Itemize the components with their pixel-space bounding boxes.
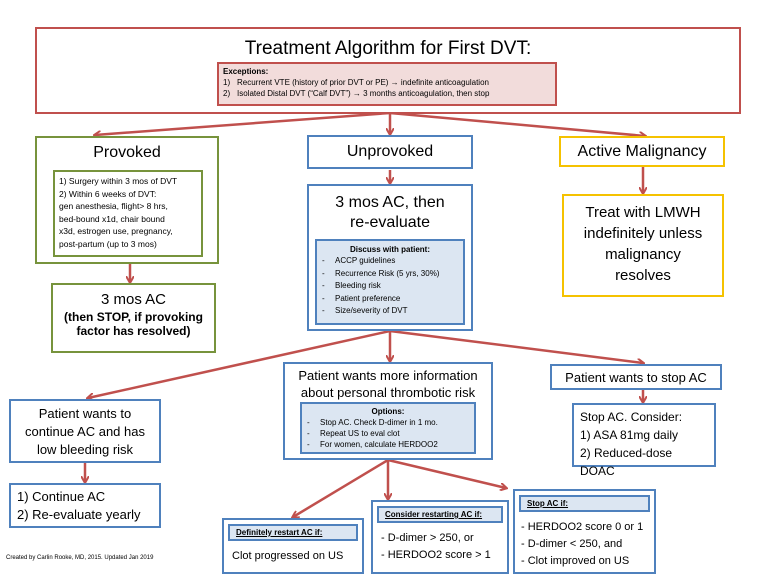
consider-heading: Consider restarting AC if: [385, 510, 483, 519]
stop-if-box: Stop AC if: - HERDOO2 score 0 or 1 - D-d… [513, 489, 656, 574]
provoked-label: Provoked [93, 144, 161, 161]
consider-heading-box: Consider restarting AC if: [377, 506, 503, 523]
continue-actions-box: 1) Continue AC 2) Re-evaluate yearly [9, 483, 161, 528]
provoked-result-box: 3 mos AC (then STOP, if provoking factor… [51, 283, 216, 353]
provoked-criteria: 1) Surgery within 3 mos of DVT 2) Within… [53, 170, 203, 257]
malignancy-box: Active Malignancy [559, 136, 725, 167]
stop-if-heading: Stop AC if: [527, 499, 569, 508]
stop-advice-box: Stop AC. Consider: 1) ASA 81mg daily 2) … [572, 403, 716, 478]
more-info-box: Patient wants more information about per… [283, 362, 493, 460]
arrow-to-stop-if [387, 458, 506, 488]
exception-item: 1) Recurrent VTE (history of prior DVT or… [223, 78, 489, 87]
provoked-result-title: 3 mos AC [100, 291, 167, 308]
exceptions-box: Exceptions: 1) Recurrent VTE (history of … [217, 62, 557, 106]
page-title: Treatment Algorithm for First DVT: [244, 38, 532, 59]
stop-label: Patient wants to stop AC [565, 370, 707, 385]
restart-box: Definitely restart AC if: Clot progresse… [222, 518, 364, 574]
discuss-list: ACCP guidelines Recurrence Risk (5 yrs, … [319, 255, 461, 318]
consider-box: Consider restarting AC if: - D-dimer > 2… [371, 500, 509, 574]
malignancy-plan-box: Treat with LMWH indefinitely unless mali… [562, 194, 724, 297]
unprovoked-label: Unprovoked [346, 143, 434, 160]
footer-credit: Created by Carlin Rooke, MD, 2015. Updat… [6, 555, 154, 561]
restart-heading-box: Definitely restart AC if: [228, 524, 358, 541]
exception-item: 2) Isolated Distal DVT (“Calf DVT”) → 3 m… [223, 89, 490, 98]
options-heading: Options: [371, 407, 405, 416]
continue-box: Patient wants to continue AC and has low… [9, 399, 161, 463]
exceptions-heading: Exceptions: [223, 67, 269, 76]
discuss-box: Discuss with patient: ACCP guidelines Re… [315, 239, 465, 325]
unprovoked-box: Unprovoked [307, 135, 473, 169]
stop-box: Patient wants to stop AC [550, 364, 722, 390]
restart-heading: Definitely restart AC if: [236, 528, 323, 537]
provoked-box: Provoked 1) Surgery within 3 mos of DVT … [35, 136, 219, 264]
unprovoked-plan-box: 3 mos AC, then re-evaluate Discuss with … [307, 184, 473, 331]
stop-if-heading-box: Stop AC if: [519, 495, 650, 512]
options-list: Stop AC. Check D-dimer in 1 mo. Repeat U… [304, 417, 472, 450]
discuss-heading: Discuss with patient: [349, 245, 430, 254]
arrow-to-provoked [95, 111, 391, 135]
arrow-to-stop [389, 329, 643, 363]
title-box: Treatment Algorithm for First DVT: Excep… [35, 27, 741, 114]
arrow-to-malignancy [389, 111, 645, 136]
options-box: Options: Stop AC. Check D-dimer in 1 mo.… [300, 402, 476, 454]
malignancy-label: Active Malignancy [577, 143, 707, 160]
